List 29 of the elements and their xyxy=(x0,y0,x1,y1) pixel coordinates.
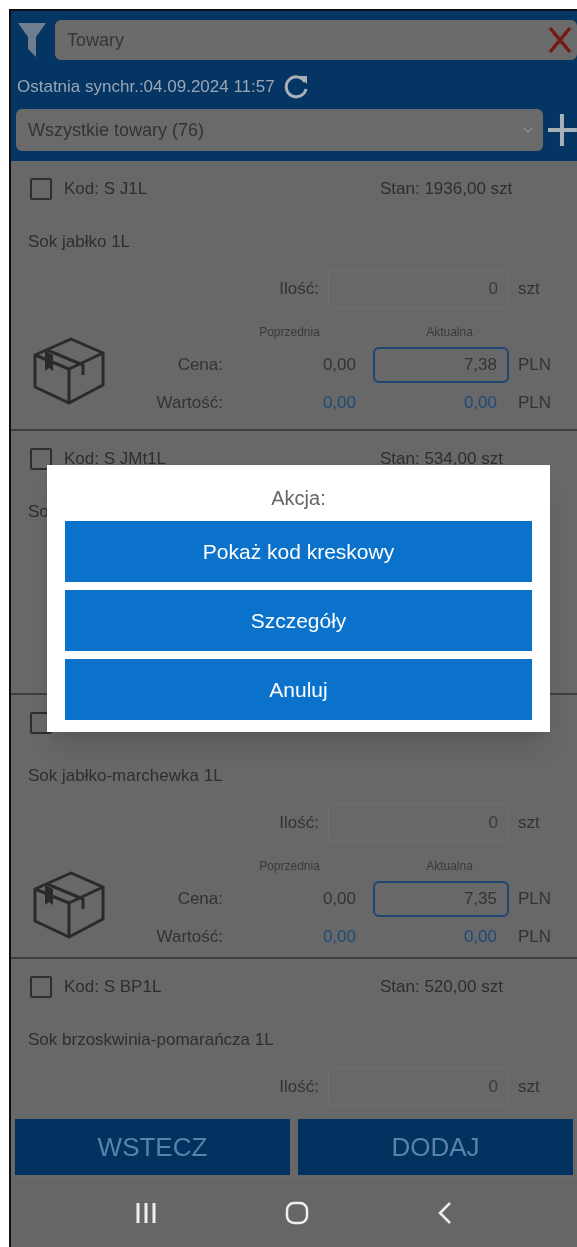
add-icon[interactable] xyxy=(547,113,577,147)
product-name: Sok brzoskwinia-pomarańcza 1L xyxy=(28,1029,274,1052)
current-value: 0,00 xyxy=(463,392,498,415)
checkbox[interactable] xyxy=(30,976,52,998)
category-dropdown[interactable]: Wszystkie towary (76) xyxy=(16,109,544,151)
action-button[interactable]: Szczegóły xyxy=(65,590,532,651)
product-code: Kod: S J1L xyxy=(64,178,149,201)
product-code: Kod: S JMt1L xyxy=(64,448,168,471)
chevron-down-icon xyxy=(523,127,534,133)
dialog-title: Akcja: xyxy=(271,486,326,511)
filter-icon[interactable] xyxy=(17,21,47,59)
stock-text: Stan: 520,00 szt xyxy=(380,976,503,999)
home-icon[interactable] xyxy=(285,1201,309,1225)
sync-status-text: Ostatnia synchr.:04.09.2024 11:57 xyxy=(17,76,275,99)
current-value: 0,00 xyxy=(463,926,498,949)
add-button[interactable]: DODAJ xyxy=(298,1119,573,1175)
product-name: Sok jabłko 1L xyxy=(28,231,131,254)
recent-apps-icon[interactable] xyxy=(135,1201,157,1225)
checkbox[interactable] xyxy=(30,178,52,200)
stock-text: Stan: 1936,00 szt xyxy=(380,178,513,201)
product-name: Sok jabłko-marchewka 1L xyxy=(28,765,223,788)
stock-text: Stan: 534,00 szt xyxy=(380,448,503,471)
previous-value: 0,00 xyxy=(322,926,356,949)
previous-value: 0,00 xyxy=(322,392,356,415)
action-button[interactable]: Pokaż kod kreskowy xyxy=(65,521,532,582)
action-button[interactable]: Anuluj xyxy=(65,659,532,720)
back-icon[interactable] xyxy=(437,1201,453,1225)
product-code: Kod: S BP1L xyxy=(64,976,163,999)
back-button[interactable]: WSTECZ xyxy=(15,1119,290,1175)
